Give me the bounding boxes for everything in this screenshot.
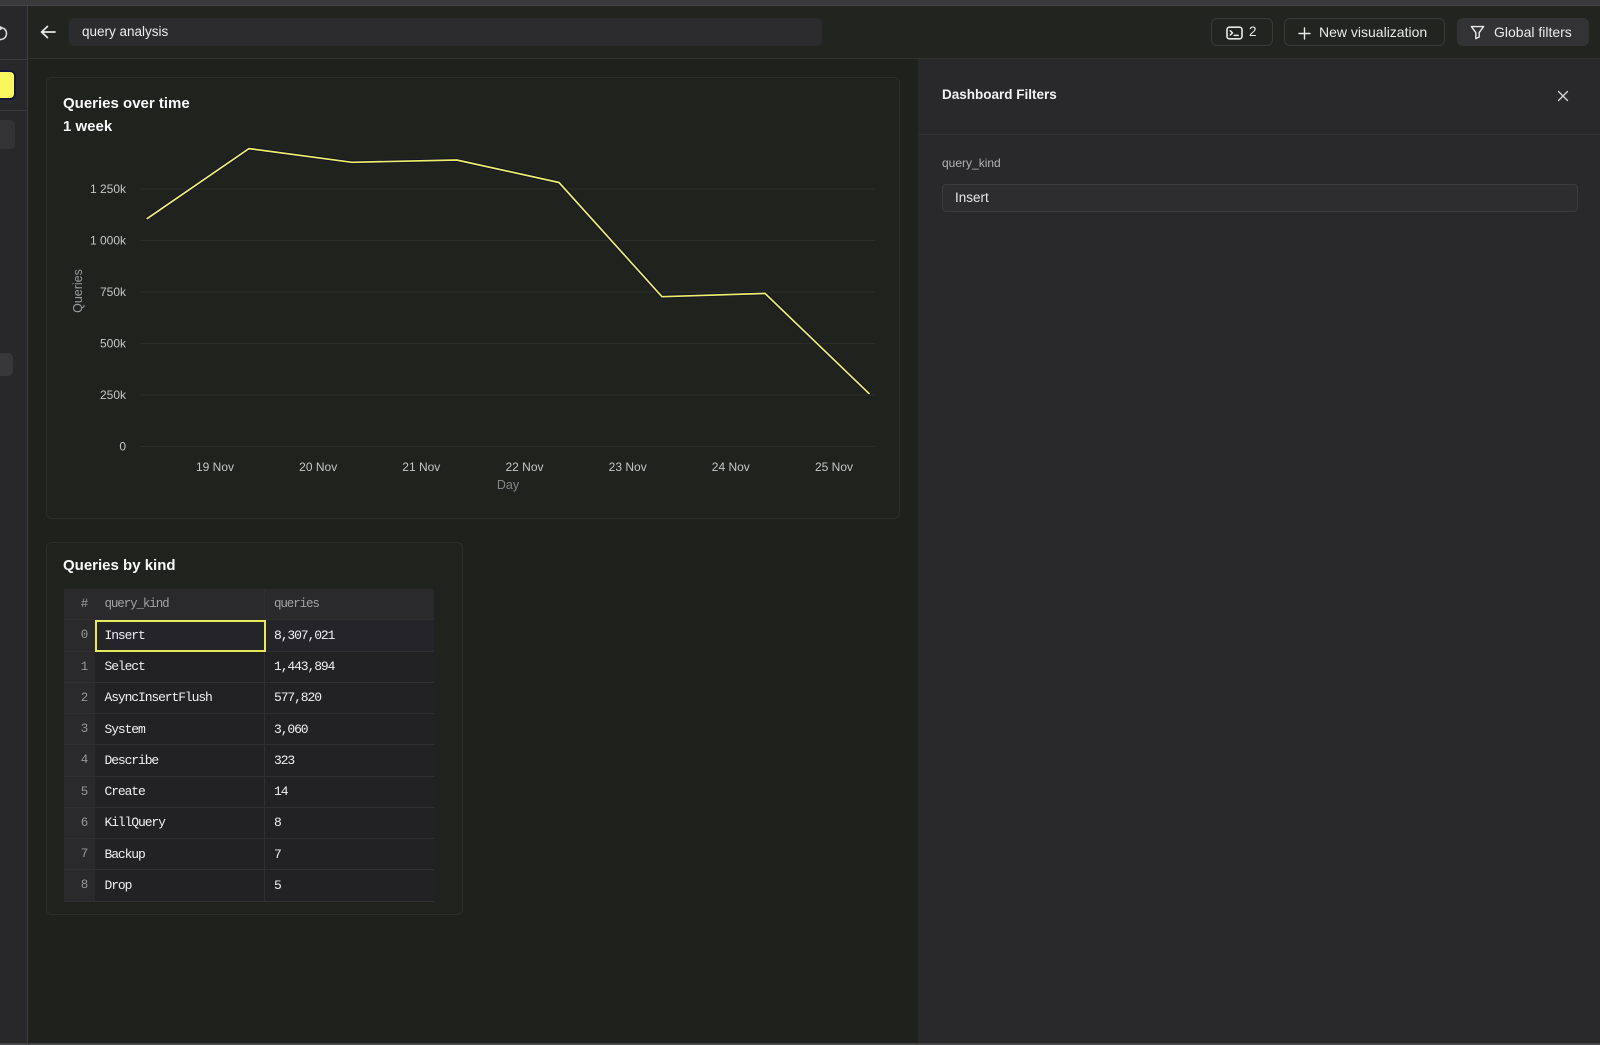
svg-text:23 Nov: 23 Nov <box>609 460 647 474</box>
svg-text:20 Nov: 20 Nov <box>299 460 337 474</box>
svg-text:0: 0 <box>119 440 126 454</box>
svg-text:Day: Day <box>497 478 520 492</box>
svg-text:500k: 500k <box>100 337 127 351</box>
svg-text:19 Nov: 19 Nov <box>196 460 234 474</box>
svg-text:Queries: Queries <box>71 269 85 313</box>
svg-text:22 Nov: 22 Nov <box>505 460 543 474</box>
svg-text:250k: 250k <box>100 388 127 402</box>
svg-text:1 250k: 1 250k <box>90 182 127 196</box>
svg-text:1 000k: 1 000k <box>90 234 127 248</box>
svg-text:21 Nov: 21 Nov <box>402 460 440 474</box>
svg-text:24 Nov: 24 Nov <box>712 460 750 474</box>
svg-text:25 Nov: 25 Nov <box>815 460 853 474</box>
svg-text:750k: 750k <box>100 285 127 299</box>
